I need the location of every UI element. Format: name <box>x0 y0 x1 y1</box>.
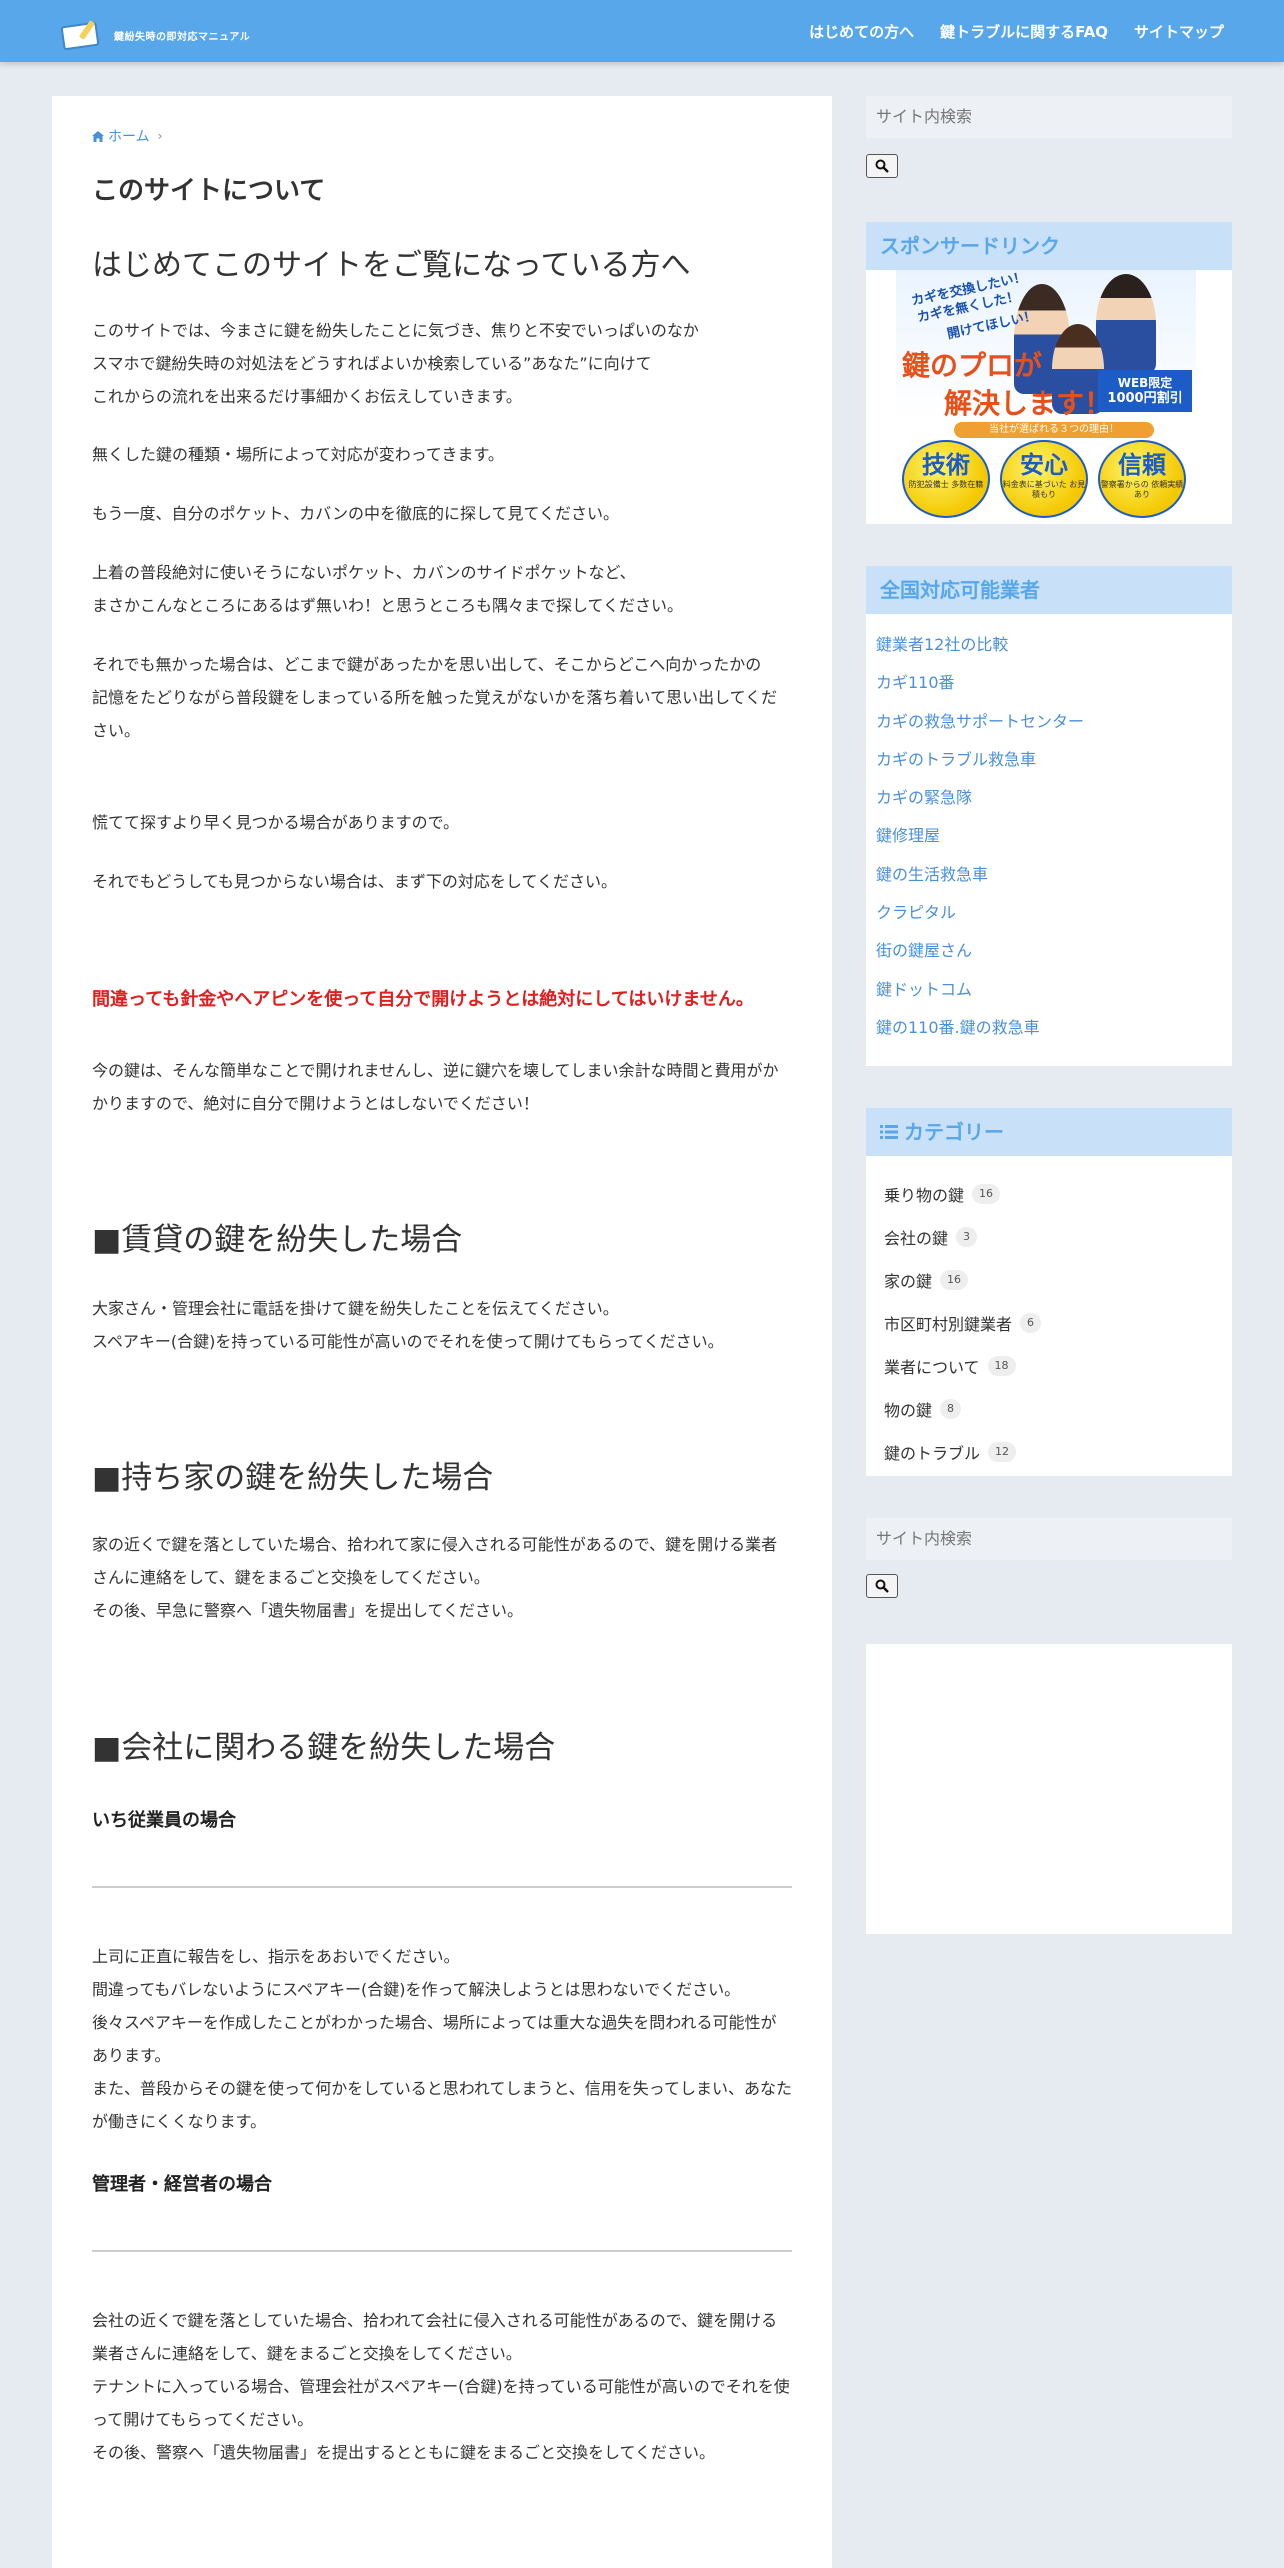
heading-rental: ■賃貸の鍵を紛失した場合 <box>92 1222 463 1258</box>
vendor-link[interactable]: 鍵業者12社の比較 <box>876 626 1222 664</box>
site-title[interactable]: 鍵紛失時の即対応マニュアル <box>114 28 250 43</box>
ad-headline: 鍵のプロが <box>902 349 1043 382</box>
list-icon <box>880 1125 898 1139</box>
paragraph: それでもどうしても見つからない場合は、まず下の対応をしてください。 <box>92 872 617 891</box>
category-item[interactable]: 家の鍵 16 <box>884 1258 1214 1301</box>
search-input-secondary[interactable]: サイト内検索 <box>866 1518 1232 1560</box>
subheading-employee: いち従業員の場合 <box>92 1810 236 1831</box>
vendor-link[interactable]: カギの救急サポートセンター <box>876 703 1222 741</box>
site-header: 鍵紛失時の即対応マニュアル はじめての方へ 鍵トラブルに関するFAQ サイトマッ… <box>0 0 1284 62</box>
category-item[interactable]: 物の鍵 8 <box>884 1387 1214 1430</box>
chevron-right-icon: › <box>157 129 163 143</box>
paragraph: 家の近くで鍵を落としていた場合、拾われて家に侵入される可能性があるので、鍵を開け… <box>92 1535 778 1620</box>
divider <box>92 2250 792 2252</box>
vendor-link[interactable]: 鍵の生活救急車 <box>876 856 1222 894</box>
divider <box>92 1886 792 1888</box>
vendors-widget: 全国対応可能業者 鍵業者12社の比較 カギ110番 カギの救急サポートセンター … <box>866 566 1232 1066</box>
category-count: 8 <box>940 1398 962 1419</box>
sponsor-widget: スポンサードリンク カギを交換したい！ カギを無くした！ 開けてほしい！ 鍵のプ… <box>866 222 1232 524</box>
paragraph: それでも無かった場合は、どこまで鍵があったかを思い出して、そこからどこへ向かった… <box>92 655 778 740</box>
vendor-link[interactable]: 街の鍵屋さん <box>876 932 1222 970</box>
ad-headline: 解決します！ <box>944 387 1113 420</box>
category-item[interactable]: 会社の鍵 3 <box>884 1215 1214 1258</box>
category-list: 乗り物の鍵 16 会社の鍵 3 家の鍵 16 市区町村別鍵業者 6 業者について… <box>866 1156 1232 1473</box>
subheading-manager: 管理者・経営者の場合 <box>92 2174 272 2195</box>
category-count: 3 <box>956 1226 978 1247</box>
main-content: ホーム › このサイトについて はじめてこのサイトをご覧になっている方へ このサ… <box>52 96 832 2568</box>
vendor-link[interactable]: 鍵修理屋 <box>876 817 1222 855</box>
heading-owned: ■持ち家の鍵を紛失した場合 <box>92 1460 494 1496</box>
heading-company: ■会社に関わる鍵を紛失した場合 <box>92 1730 556 1766</box>
category-item[interactable]: 乗り物の鍵 16 <box>884 1172 1214 1215</box>
ad-discount: WEB限定 1000円割引 <box>1098 370 1192 412</box>
person-illustration <box>1096 274 1156 374</box>
ad-strip: 当社が選ばれる３つの理由！ <box>954 422 1154 438</box>
intro-paragraph: このサイトでは、今まさに鍵を紛失したことに気づき、焦りと不安でいっぱいのなか ス… <box>92 321 699 406</box>
breadcrumb: ホーム › <box>92 126 162 146</box>
widget-title: 全国対応可能業者 <box>866 566 1232 614</box>
ad-badge: 安心 料金表に基づいた お見積もり <box>1000 440 1088 518</box>
widget-title: カテゴリー <box>866 1108 1232 1156</box>
warning-text: 間違っても針金やヘアピンを使って自分で開けようとは絶対にしてはいけません。 <box>92 989 754 1010</box>
vendor-link[interactable]: カギ110番 <box>876 664 1222 702</box>
site-logo[interactable]: 鍵紛失時の即対応マニュアル <box>58 16 250 54</box>
paragraph: 大家さん・管理会社に電話を掛けて鍵を紛失したことを伝えてください。 スペアキー(… <box>92 1299 724 1351</box>
category-count: 12 <box>988 1441 1017 1462</box>
paragraph: もう一度、自分のポケット、カバンの中を徹底的に探して見てください。 <box>92 504 620 523</box>
category-item[interactable]: 鍵のトラブル 12 <box>884 1430 1214 1473</box>
vendor-link[interactable]: カギの緊急隊 <box>876 779 1222 817</box>
sponsor-ad-banner[interactable]: カギを交換したい！ カギを無くした！ 開けてほしい！ 鍵のプロが 解決します！ … <box>896 270 1196 520</box>
nav-faq[interactable]: 鍵トラブルに関するFAQ <box>940 21 1108 42</box>
paragraph: 会社の近くで鍵を落としていた場合、拾われて会社に侵入される可能性があるので、鍵を… <box>92 2311 790 2462</box>
category-count: 16 <box>940 1269 969 1290</box>
ad-badge: 技術 防犯設備士 多数在籍 <box>902 440 990 518</box>
notebook-icon <box>58 18 102 52</box>
vendor-list: 鍵業者12社の比較 カギ110番 カギの救急サポートセンター カギのトラブル救急… <box>866 614 1232 1047</box>
nav-beginners[interactable]: はじめての方へ <box>809 21 914 42</box>
breadcrumb-home-link[interactable]: ホーム <box>108 126 150 146</box>
paragraph: 慌てて探すより早く見つかる場合がありますので。 <box>92 813 460 832</box>
page-title: このサイトについて <box>92 176 326 206</box>
search-button-secondary[interactable] <box>866 1574 898 1598</box>
category-count: 16 <box>972 1183 1001 1204</box>
nav-sitemap[interactable]: サイトマップ <box>1134 21 1224 42</box>
ad-badge: 信頼 警察署からの 依頼実績あり <box>1098 440 1186 518</box>
category-count: 18 <box>987 1355 1016 1376</box>
paragraph: 今の鍵は、そんな簡単なことで開けれませんし、逆に鍵穴を壊してしまい余計な時間と費… <box>92 1061 779 1113</box>
widget-title: スポンサードリンク <box>866 222 1232 270</box>
paragraph: 上着の普段絶対に使いそうにないポケット、カバンのサイドポケットなど、 まさかこん… <box>92 563 684 615</box>
search-input[interactable]: サイト内検索 <box>866 96 1232 138</box>
vendor-link[interactable]: カギのトラブル救急車 <box>876 741 1222 779</box>
vendor-link[interactable]: クラピタル <box>876 894 1222 932</box>
paragraph: 無くした鍵の種類・場所によって対応が変わってきます。 <box>92 445 504 464</box>
empty-ad-widget <box>866 1644 1232 1934</box>
search-icon <box>875 1579 889 1593</box>
search-button[interactable] <box>866 154 898 178</box>
lead-heading: はじめてこのサイトをご覧になっている方へ <box>92 248 691 283</box>
vendor-link[interactable]: 鍵ドットコム <box>876 971 1222 1009</box>
category-count: 6 <box>1020 1312 1042 1333</box>
vendor-link[interactable]: 鍵の110番.鍵の救急車 <box>876 1009 1222 1047</box>
home-icon <box>92 130 104 142</box>
search-icon <box>875 159 889 173</box>
category-widget: カテゴリー 乗り物の鍵 16 会社の鍵 3 家の鍵 16 市区町村別鍵業者 6 … <box>866 1108 1232 1476</box>
main-nav: はじめての方へ 鍵トラブルに関するFAQ サイトマップ <box>809 0 1224 62</box>
category-item[interactable]: 業者について 18 <box>884 1344 1214 1387</box>
category-item[interactable]: 市区町村別鍵業者 6 <box>884 1301 1214 1344</box>
paragraph: 上司に正直に報告をし、指示をあおいでください。 間違ってもバレないようにスペアキ… <box>92 1947 793 2131</box>
